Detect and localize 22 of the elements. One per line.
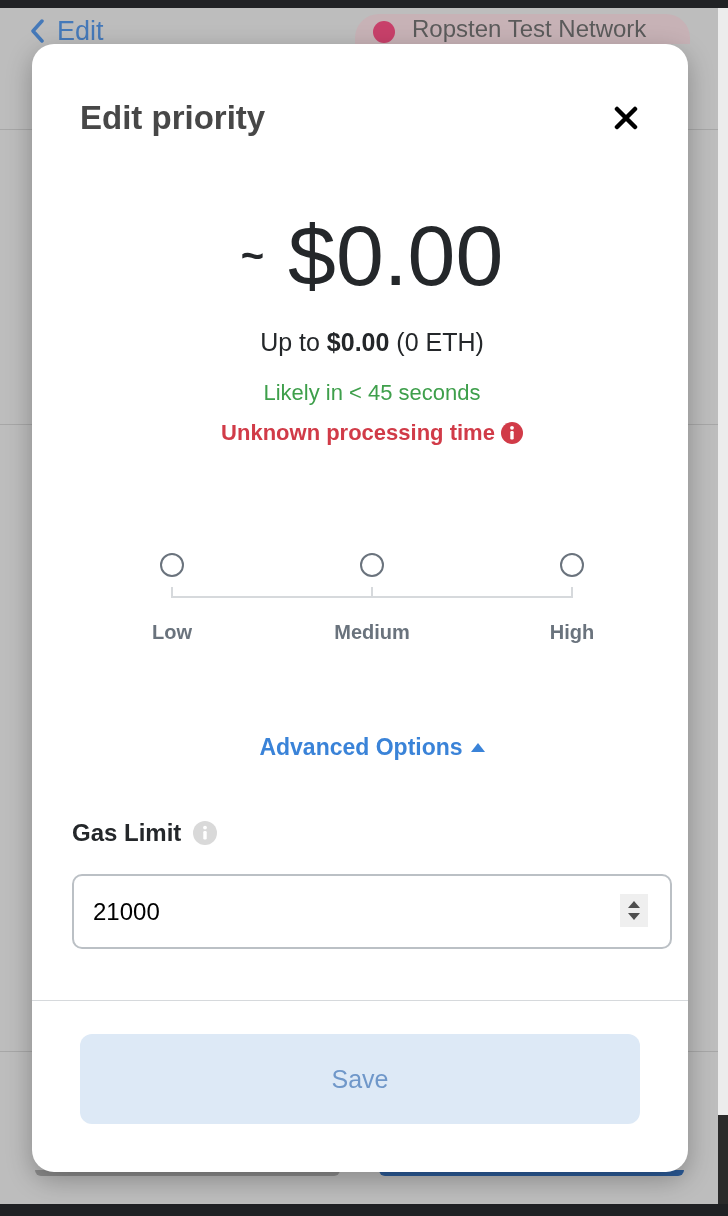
radio-button[interactable] xyxy=(360,553,384,577)
priority-label: Medium xyxy=(334,620,410,645)
timing-warning: Unknown processing time xyxy=(221,419,495,447)
chevron-left-icon xyxy=(30,19,44,43)
radio-button[interactable] xyxy=(560,553,584,577)
advanced-options-toggle[interactable]: Advanced Options xyxy=(259,733,485,761)
fee-amount: $0.00 xyxy=(288,215,504,295)
back-link[interactable]: Edit xyxy=(30,18,104,44)
field-label: Gas Limit xyxy=(72,819,182,847)
number-field[interactable]: 21000 xyxy=(72,874,672,949)
approx-sign: ~ xyxy=(240,235,265,275)
dialog-title: Edit priority xyxy=(80,100,266,136)
max-fee-text: Up to $0.00 (0 ETH) xyxy=(260,327,484,357)
priority-label: Low xyxy=(152,620,192,645)
close-icon[interactable] xyxy=(614,106,638,130)
radio-button[interactable] xyxy=(160,553,184,577)
info-icon[interactable] xyxy=(500,422,523,444)
timing-estimate: Likely in < 45 seconds xyxy=(263,379,481,407)
priority-label: High xyxy=(549,620,595,645)
dot-icon xyxy=(373,21,395,43)
network-selector[interactable]: Ropsten Test Network xyxy=(355,14,690,44)
stepper-icon[interactable] xyxy=(620,894,648,927)
